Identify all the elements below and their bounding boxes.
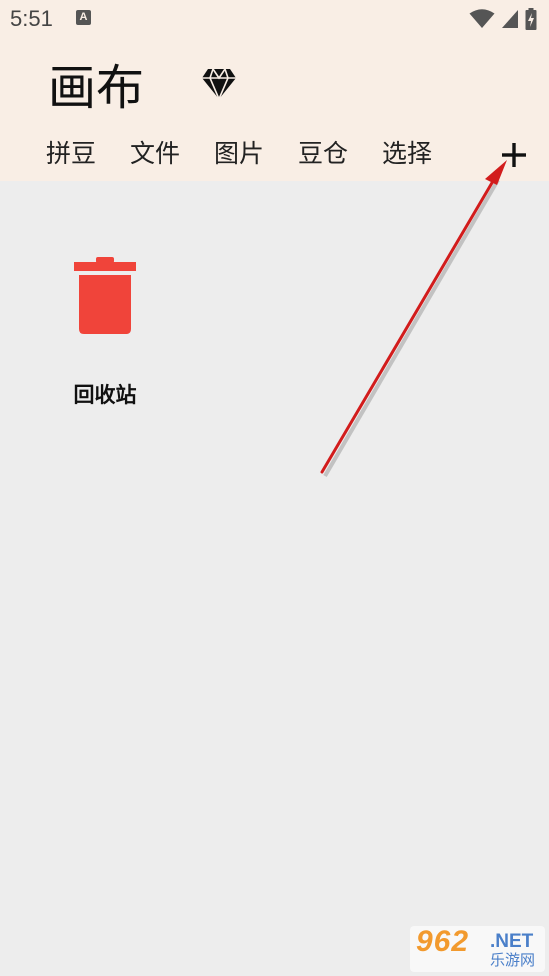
watermark-suffix: .NET (490, 931, 534, 952)
tab-bean-storage[interactable]: 豆仓 (298, 136, 348, 172)
diamond-icon[interactable] (201, 68, 237, 100)
tab-files[interactable]: 文件 (130, 136, 180, 172)
tab-bar: 拼豆 文件 图片 豆仓 选择 (0, 136, 549, 176)
status-icons (469, 8, 537, 30)
watermark-subtitle: 乐游网 (490, 951, 536, 969)
app-header: 画布 拼豆 文件 图片 豆仓 选择 (0, 40, 549, 181)
cellular-signal-icon (502, 10, 518, 28)
page-title: 画布 (48, 60, 145, 116)
status-time: 5:51 (10, 6, 53, 31)
file-grid: 回收站 (0, 181, 549, 976)
folder-label: 回收站 (73, 383, 137, 407)
battery-charging-icon (525, 8, 537, 30)
tab-pindou[interactable]: 拼豆 (46, 136, 96, 172)
notification-a-icon: A (76, 10, 91, 25)
site-watermark: 962 .NET 乐游网 (410, 926, 545, 972)
plus-icon[interactable] (499, 140, 529, 170)
tab-images[interactable]: 图片 (214, 136, 264, 172)
tab-select[interactable]: 选择 (382, 136, 432, 172)
watermark-logo: 962 (416, 925, 470, 958)
status-bar: 5:51 A (0, 0, 549, 40)
wifi-icon (469, 9, 495, 28)
recycle-bin-item[interactable]: 回收站 (54, 251, 156, 416)
trash-icon (74, 257, 136, 334)
